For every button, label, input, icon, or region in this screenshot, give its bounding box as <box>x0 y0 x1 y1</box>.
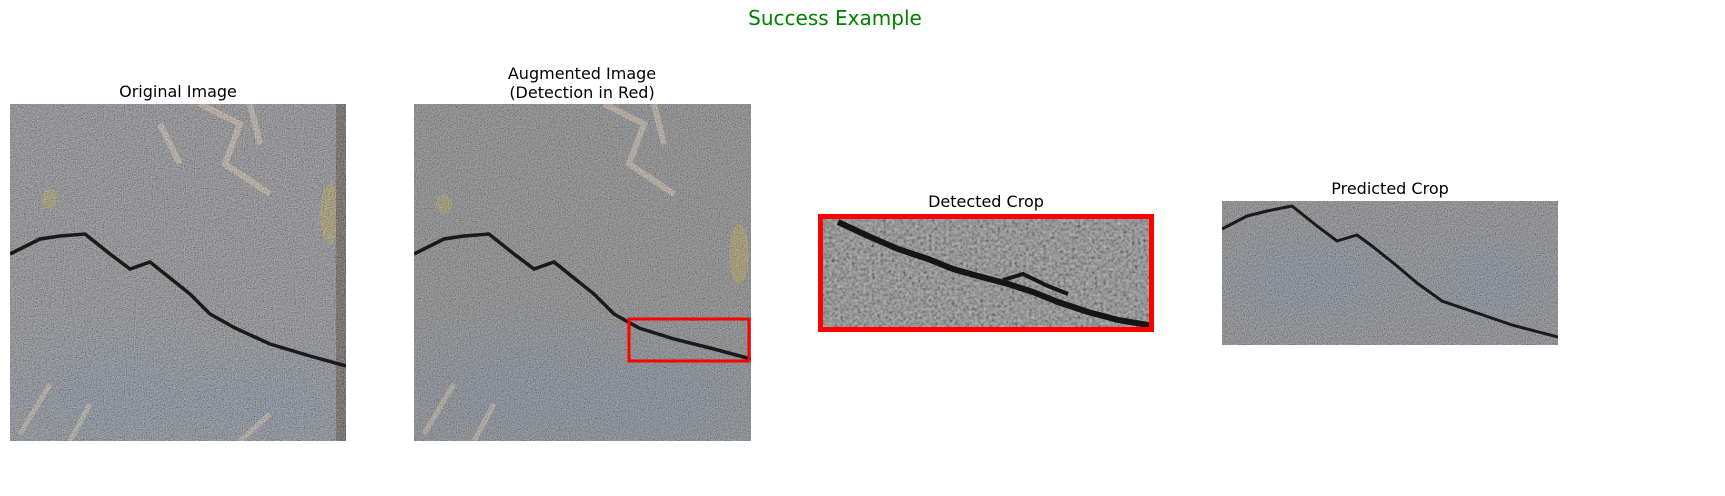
original-image <box>10 104 346 441</box>
figure-title: Success Example <box>748 6 922 30</box>
detected-crop <box>818 214 1154 332</box>
augmented-image-title-line2: (Detection in Red) <box>509 83 655 102</box>
predicted-crop-title: Predicted Crop <box>1331 179 1449 198</box>
original-image-title: Original Image <box>119 82 237 101</box>
detected-crop-title: Detected Crop <box>928 192 1044 211</box>
predicted-crop <box>1222 201 1558 345</box>
augmented-image-title-line1: Augmented Image <box>507 64 657 83</box>
augmented-image <box>414 104 751 441</box>
augmented-image-title: Augmented Image (Detection in Red) <box>414 64 750 102</box>
